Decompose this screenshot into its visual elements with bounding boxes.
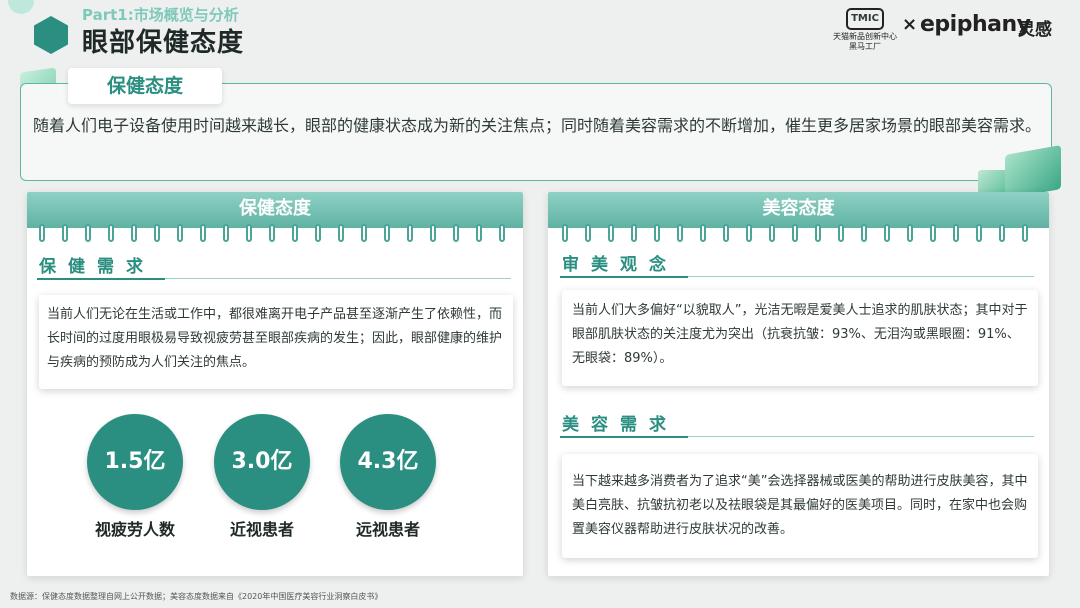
ring-icon: [631, 224, 637, 242]
ring-icon: [700, 224, 706, 242]
stat-label: 远视患者: [355, 520, 420, 539]
ring-icon: [608, 224, 614, 242]
footnote: 数据源：保健态度数据整理自网上公开数据；美容态度数据来自《2020年中国医疗美容…: [10, 592, 383, 601]
card-title: 美容态度: [548, 192, 1049, 228]
ring-icon: [746, 224, 752, 242]
stat-label: 视疲劳人数: [94, 520, 175, 539]
ring-icon: [861, 224, 867, 242]
ring-icon: [315, 224, 321, 242]
page-title: 眼部保健态度: [82, 28, 245, 58]
ring-icon: [815, 224, 821, 242]
tmic-logo-mark: TMIC: [846, 8, 884, 30]
heading-line: [688, 276, 1034, 277]
ring-icon: [999, 224, 1005, 242]
ring-icon: [361, 224, 367, 242]
hexagon-icon: [34, 16, 68, 54]
stat-circle: 3.0亿: [214, 414, 310, 510]
section-heading: 审美观念: [562, 255, 678, 275]
stat-circle: 4.3亿: [340, 414, 436, 510]
ring-icon: [62, 224, 68, 242]
intro-text: 随着人们电子设备使用时间越来越长，眼部的健康状态成为新的关注焦点；同时随着美容需…: [33, 116, 1042, 135]
ring-icon: [223, 224, 229, 242]
ring-icon: [907, 224, 913, 242]
ring-icon: [338, 224, 344, 242]
ring-icon: [384, 224, 390, 242]
heading-underline: [560, 276, 688, 278]
decor-shape: [8, 0, 34, 14]
heading-underline: [560, 436, 688, 438]
ling-logo: 灵感: [1018, 20, 1052, 40]
section-heading: 美容需求: [562, 415, 678, 435]
ring-icon: [269, 224, 275, 242]
ring-icon: [838, 224, 844, 242]
binder-rings: [548, 224, 1049, 252]
cross-icon: ×: [902, 14, 918, 35]
health-text-box: 当前人们无论在生活或工作中，都很难离开电子产品甚至逐渐产生了依赖性，而长时间的过…: [39, 295, 513, 389]
ring-icon: [246, 224, 252, 242]
ring-icon: [476, 224, 482, 242]
ring-icon: [200, 224, 206, 242]
card-beauty: 美容态度 审美观念 当前人们大多偏好“以貌取人”，光洁无暇是爱美人士追求的肌肤状…: [548, 192, 1049, 576]
ring-icon: [453, 224, 459, 242]
ring-icon: [654, 224, 660, 242]
cube-decor-small: [978, 170, 1008, 194]
ring-icon: [769, 224, 775, 242]
section-heading: 保健需求: [39, 257, 155, 277]
ring-icon: [930, 224, 936, 242]
tmic-logo-text: 天猫新品创新中心 黑马工厂: [833, 32, 897, 51]
ring-icon: [562, 224, 568, 242]
epiphany-logo: epiphany: [920, 12, 1031, 37]
ring-icon: [953, 224, 959, 242]
ring-icon: [976, 224, 982, 242]
ring-icon: [884, 224, 890, 242]
heading-line: [688, 436, 1034, 437]
ring-icon: [792, 224, 798, 242]
ring-icon: [154, 224, 160, 242]
ring-icon: [177, 224, 183, 242]
ring-icon: [407, 224, 413, 242]
cube-decor-large: [1005, 145, 1061, 199]
beauty-text-box: 当下越来越多消费者为了追求“美”会选择器械或医美的帮助进行皮肤美容，其中美白亮肤…: [562, 454, 1038, 558]
heading-underline: [37, 278, 165, 280]
binder-rings: [27, 224, 523, 252]
ring-icon: [39, 224, 45, 242]
ring-icon: [1022, 224, 1028, 242]
tmic-logo: TMIC 天猫新品创新中心 黑马工厂: [830, 8, 900, 52]
intro-tab: 保健态度: [68, 68, 222, 104]
ring-icon: [677, 224, 683, 242]
ring-icon: [585, 224, 591, 242]
card-health: 保健态度 保健需求 当前人们无论在生活或工作中，都很难离开电子产品甚至逐渐产生了…: [27, 192, 523, 576]
ring-icon: [723, 224, 729, 242]
aesthetic-text-box: 当前人们大多偏好“以貌取人”，光洁无暇是爱美人士追求的肌肤状态；其中对于眼部肌肤…: [562, 290, 1038, 386]
stat-label: 近视患者: [229, 520, 294, 539]
heading-line: [165, 278, 511, 279]
ring-icon: [292, 224, 298, 242]
card-title: 保健态度: [27, 192, 523, 228]
stat-circle: 1.5亿: [87, 414, 183, 510]
ring-icon: [499, 224, 505, 242]
ring-icon: [85, 224, 91, 242]
ring-icon: [108, 224, 114, 242]
ring-icon: [430, 224, 436, 242]
ring-icon: [131, 224, 137, 242]
